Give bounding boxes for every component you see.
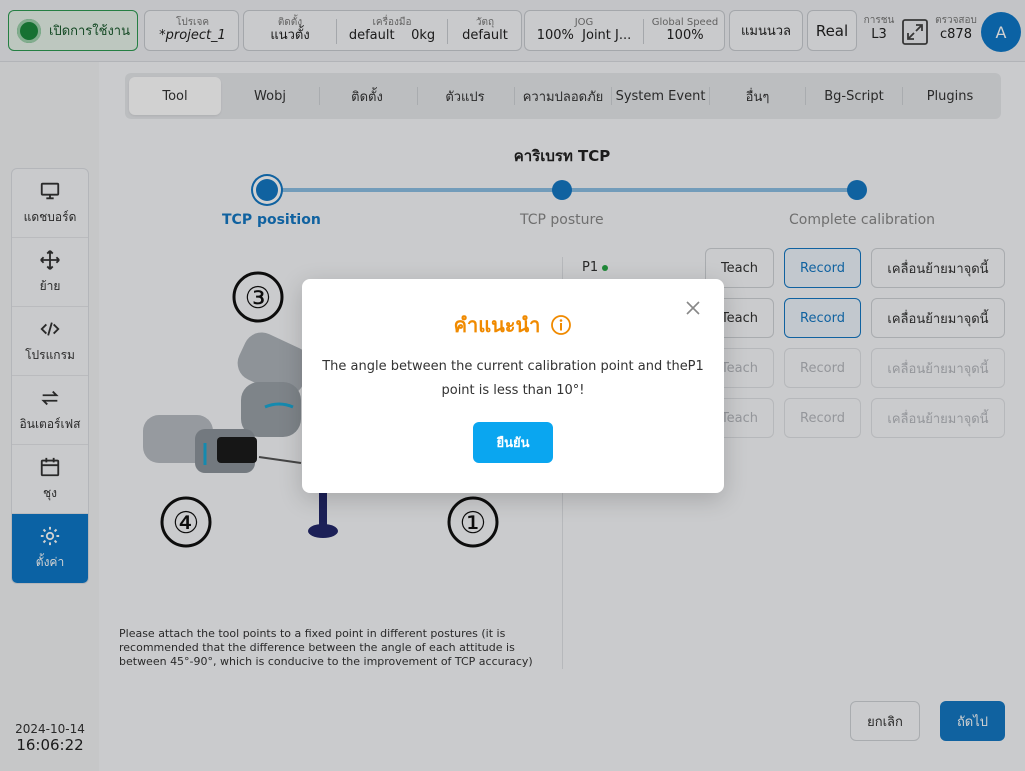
warning-dialog: คำแนะนำ The angle between the current ca… bbox=[302, 279, 724, 493]
dialog-header: คำแนะนำ bbox=[302, 309, 724, 341]
dialog-message: The angle between the current calibratio… bbox=[322, 359, 704, 398]
close-icon[interactable] bbox=[684, 299, 702, 317]
info-icon bbox=[551, 315, 572, 335]
dialog-title: คำแนะนำ bbox=[453, 313, 541, 337]
confirm-button[interactable]: ยืนยัน bbox=[473, 422, 553, 463]
